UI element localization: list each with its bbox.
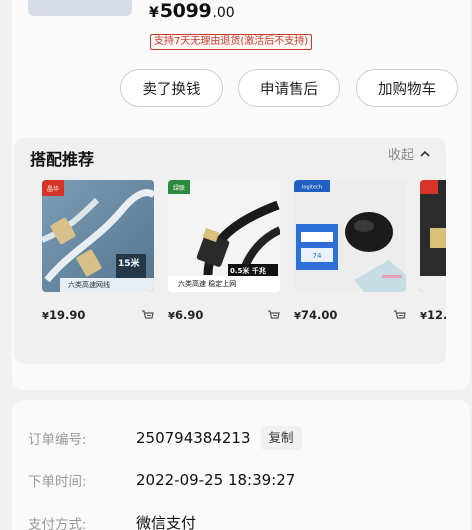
chevron-up-icon <box>420 150 430 157</box>
item-badge: 0.5米 千兆 <box>230 267 266 275</box>
item-meta: ¥12. <box>420 308 446 322</box>
price-currency: ¥ <box>149 5 159 21</box>
cart-icon[interactable] <box>267 309 280 322</box>
product-image-partial[interactable] <box>420 180 446 292</box>
svg-text:绿联: 绿联 <box>173 184 185 192</box>
svg-text:74: 74 <box>313 252 322 260</box>
product-thumbnail[interactable] <box>28 0 132 16</box>
item-caption: 六类高速 稳定上网 <box>178 280 237 288</box>
item-price: ¥74.00 <box>294 308 338 322</box>
item-meta: ¥74.00 <box>294 308 406 322</box>
order-time-label: 下单时间: <box>28 474 87 490</box>
add-to-cart-button[interactable]: 加购物车 <box>356 69 458 107</box>
recommendation-item[interactable]: logitech 74 ¥74.00 <box>294 180 410 322</box>
recommendations-title: 搭配推荐 <box>30 150 95 169</box>
cart-icon[interactable] <box>141 309 154 322</box>
copy-button[interactable]: 复制 <box>260 426 302 450</box>
recommendation-item[interactable]: ¥12. <box>420 180 446 322</box>
product-image-mouse[interactable]: logitech 74 <box>294 180 406 292</box>
cart-icon[interactable] <box>393 309 406 322</box>
recommendations-panel: 搭配推荐 收起 晶华 15米 六类高速网线 ¥19.90 绿联 0.5米 千兆 … <box>14 138 446 364</box>
svg-text:晶华: 晶华 <box>47 185 59 193</box>
recommendation-item[interactable]: 绿联 0.5米 千兆 六类高速 稳定上网 ¥6.90 <box>168 180 284 322</box>
after-sales-button[interactable]: 申请售后 <box>238 69 340 107</box>
order-number-value: 250794384213 <box>136 429 251 447</box>
recommendation-item[interactable]: 晶华 15米 六类高速网线 ¥19.90 <box>42 180 158 322</box>
return-policy-badge: 支持7天无理由退货(激活后不支持) <box>150 34 313 50</box>
order-number-row: 订单编号: 250794384213 复制 <box>28 426 302 450</box>
svg-text:logitech: logitech <box>302 185 322 191</box>
item-meta: ¥6.90 <box>168 308 280 322</box>
order-info-card: 订单编号: 250794384213 复制 下单时间: 2022-09-25 1… <box>12 400 470 530</box>
price-decimal: .00 <box>212 5 235 21</box>
collapse-label: 收起 <box>387 148 414 163</box>
payment-label: 支付方式: <box>28 516 87 530</box>
payment-value: 微信支付 <box>136 514 197 530</box>
item-badge: 15米 <box>118 259 140 269</box>
product-image-cable-black[interactable]: 绿联 0.5米 千兆 六类高速 稳定上网 <box>168 180 280 292</box>
item-meta: ¥19.90 <box>42 308 154 322</box>
price-main: 5099 <box>159 0 212 22</box>
collapse-button[interactable]: 收起 <box>388 144 432 163</box>
item-price: ¥6.90 <box>168 308 204 322</box>
order-time-row: 下单时间: 2022-09-25 18:39:27 <box>28 470 295 490</box>
item-price: ¥12. <box>420 308 446 322</box>
recommendation-list: 晶华 15米 六类高速网线 ¥19.90 绿联 0.5米 千兆 六类高速 稳定上… <box>30 180 446 330</box>
order-time-value: 2022-09-25 18:39:27 <box>136 471 296 489</box>
order-number-label: 订单编号: <box>28 432 87 448</box>
item-price: ¥19.90 <box>42 308 86 322</box>
item-caption: 六类高速网线 <box>68 281 110 289</box>
product-price: ¥ 5099 .00 <box>149 0 235 22</box>
sell-button[interactable]: 卖了换钱 <box>120 69 223 107</box>
product-image-cable-white[interactable]: 晶华 15米 六类高速网线 <box>42 180 154 292</box>
payment-row: 支付方式: 微信支付 <box>28 512 196 530</box>
